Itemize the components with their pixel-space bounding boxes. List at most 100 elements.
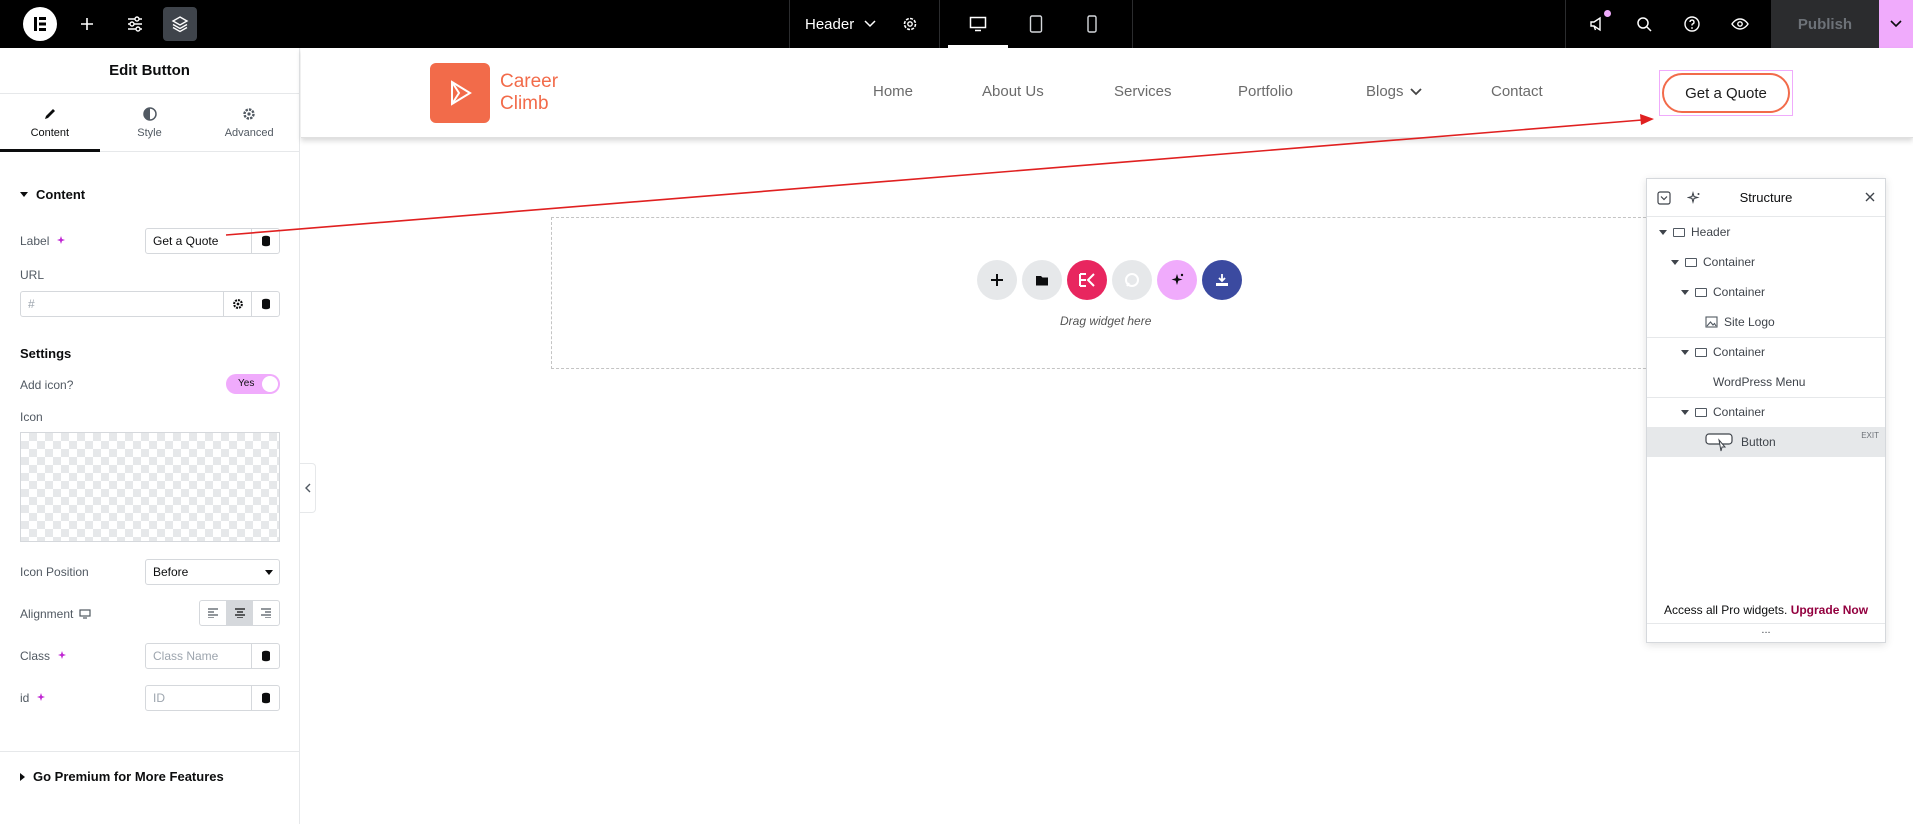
upgrade-now-link[interactable]: Upgrade Now: [1791, 603, 1868, 617]
link-options-gear-icon[interactable]: [223, 292, 251, 316]
resize-handle[interactable]: ...: [1647, 623, 1885, 636]
structure-item-wordpress-menu[interactable]: WordPress Menu: [1647, 367, 1885, 397]
divider: [1565, 0, 1566, 48]
container-icon: [1695, 407, 1707, 417]
content-section-toggle[interactable]: Content: [20, 187, 85, 202]
add-template-folder-icon[interactable]: [1022, 260, 1062, 300]
dynamic-tags-icon[interactable]: [251, 686, 279, 710]
add-icon-toggle[interactable]: Yes: [226, 374, 280, 394]
settings-heading: Settings: [20, 346, 72, 361]
label-input-value[interactable]: Get a Quote: [146, 234, 251, 248]
ai-sparkle-icon[interactable]: [35, 692, 47, 704]
tab-style[interactable]: Style: [100, 94, 200, 151]
tab-style-label: Style: [137, 126, 162, 139]
icon-position-select[interactable]: Before: [145, 559, 280, 585]
get-a-quote-button[interactable]: Get a Quote: [1662, 73, 1790, 113]
tab-advanced[interactable]: Advanced: [199, 94, 299, 151]
half-circle-icon: [142, 106, 157, 121]
site-logo-play-icon[interactable]: [430, 63, 490, 123]
id-input[interactable]: ID: [145, 685, 280, 711]
whats-new-megaphone-icon[interactable]: [1585, 0, 1609, 48]
elementskit-icon[interactable]: [1067, 260, 1107, 300]
publish-options-chevron-icon[interactable]: [1879, 0, 1913, 48]
search-icon[interactable]: [1632, 0, 1656, 48]
dynamic-tags-icon[interactable]: [251, 229, 279, 253]
caret-down-icon: [20, 192, 28, 197]
divider: [789, 0, 790, 48]
tab-content[interactable]: Content: [0, 94, 100, 152]
add-new-container-plus-icon[interactable]: [977, 260, 1017, 300]
url-input-placeholder[interactable]: #: [21, 297, 223, 311]
expand-caret-icon[interactable]: [1681, 409, 1689, 415]
ai-sparkle-icon[interactable]: [55, 235, 67, 247]
align-right-icon[interactable]: [252, 601, 279, 625]
structure-item-label: Container: [1713, 405, 1766, 419]
publish-button[interactable]: Publish: [1771, 0, 1879, 48]
icon-picker[interactable]: [20, 432, 280, 542]
nav-contact[interactable]: Contact: [1491, 83, 1543, 100]
collapse-panel-chevron-left-icon[interactable]: [300, 463, 316, 513]
brand-line-1: Career: [500, 71, 559, 92]
preview-eye-icon[interactable]: [1728, 0, 1752, 48]
id-input-placeholder[interactable]: ID: [146, 691, 251, 705]
site-logo-text[interactable]: Career Climb: [500, 71, 580, 115]
page-settings-gear-icon[interactable]: [898, 0, 922, 48]
nav-portfolio[interactable]: Portfolio: [1238, 83, 1293, 100]
notification-dot: [1604, 10, 1611, 17]
expand-caret-icon[interactable]: [1681, 349, 1689, 355]
structure-item-container[interactable]: Container: [1647, 247, 1885, 277]
id-text: id: [20, 691, 30, 705]
class-input-placeholder[interactable]: Class Name: [146, 649, 251, 663]
nav-services[interactable]: Services: [1114, 83, 1172, 100]
structure-title: Structure: [1739, 190, 1793, 205]
alignment-label: Alignment: [20, 607, 91, 621]
container-icon: [1695, 347, 1707, 357]
expand-caret-icon[interactable]: [1659, 229, 1667, 235]
import-download-icon[interactable]: [1202, 260, 1242, 300]
nav-blogs[interactable]: Blogs: [1366, 83, 1422, 100]
structure-layers-icon[interactable]: [163, 7, 197, 41]
class-input[interactable]: Class Name: [145, 643, 280, 669]
label-field-label: Label: [20, 234, 67, 248]
label-text: Label: [20, 234, 50, 248]
site-settings-sliders-icon[interactable]: [120, 0, 150, 48]
ai-sparkle-icon[interactable]: [56, 650, 68, 662]
dynamic-tags-icon[interactable]: [251, 292, 279, 316]
container-icon: [1673, 227, 1685, 237]
align-left-icon[interactable]: [200, 601, 226, 625]
chat-bubble-icon[interactable]: [1112, 260, 1152, 300]
caret-right-icon: [20, 772, 25, 781]
tablet-view-icon[interactable]: [1020, 0, 1052, 48]
empty-container-dropzone[interactable]: [551, 217, 1671, 369]
expand-caret-icon[interactable]: [1681, 289, 1689, 295]
exit-badge[interactable]: EXIT: [1861, 431, 1879, 440]
add-element-icon[interactable]: [72, 0, 102, 48]
structure-item-container[interactable]: Container: [1647, 337, 1885, 367]
ai-sparkle-icon[interactable]: [1157, 260, 1197, 300]
divider: [0, 751, 300, 752]
mobile-view-icon[interactable]: [1076, 0, 1108, 48]
document-title: Header: [805, 15, 855, 33]
align-center-icon[interactable]: [225, 601, 253, 625]
nav-home[interactable]: Home: [873, 83, 913, 100]
structure-item-container[interactable]: Container: [1647, 397, 1885, 427]
dynamic-tags-icon[interactable]: [251, 644, 279, 668]
expand-caret-icon[interactable]: [1671, 259, 1679, 265]
nav-about-us[interactable]: About Us: [982, 83, 1044, 100]
help-icon[interactable]: [1680, 0, 1704, 48]
icon-position-value[interactable]: Before: [146, 565, 259, 579]
url-input[interactable]: #: [20, 291, 280, 317]
desktop-view-icon[interactable]: [948, 0, 1008, 48]
elementor-logo-icon[interactable]: [23, 7, 57, 41]
add-icon-label: Add icon?: [20, 378, 74, 392]
structure-item-site-logo[interactable]: Site Logo: [1647, 307, 1885, 337]
close-icon[interactable]: [1865, 192, 1875, 202]
structure-item-header[interactable]: Header: [1647, 217, 1885, 247]
structure-item-container[interactable]: Container: [1647, 277, 1885, 307]
label-input[interactable]: Get a Quote: [145, 228, 280, 254]
premium-section-toggle[interactable]: Go Premium for More Features: [20, 769, 224, 784]
panel-tabs: Content Style Advanced: [0, 94, 299, 152]
structure-item-button[interactable]: Button EXIT: [1647, 427, 1885, 457]
document-title-dropdown[interactable]: Header: [805, 0, 876, 48]
desktop-responsive-icon[interactable]: [79, 609, 91, 619]
